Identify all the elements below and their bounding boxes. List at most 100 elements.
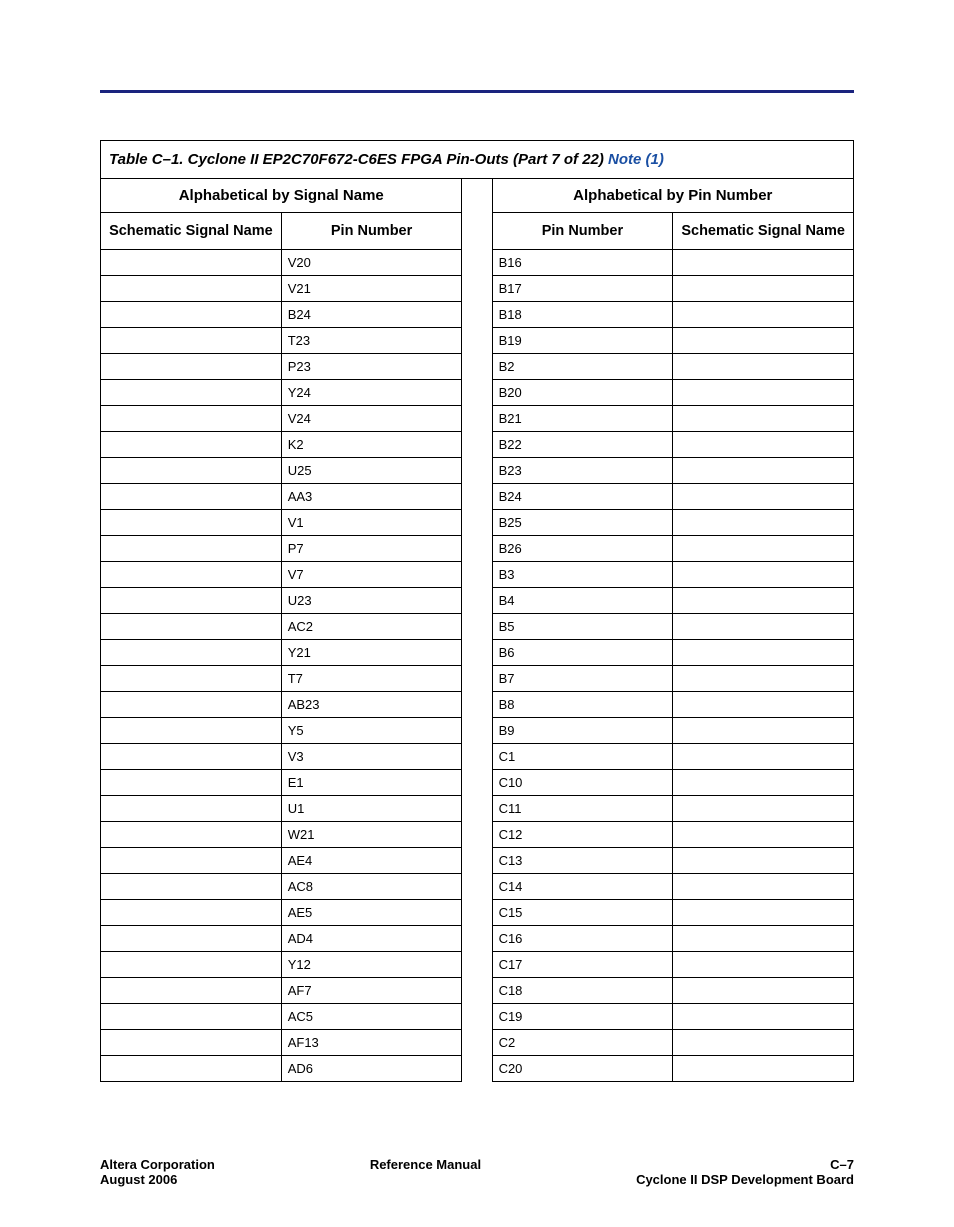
footer-center: Reference Manual	[215, 1157, 636, 1187]
cell-schematic-left	[101, 562, 282, 588]
cell-pin-right: C17	[492, 952, 673, 978]
table-row: V7B3	[101, 562, 854, 588]
cell-schematic-right	[673, 770, 854, 796]
footer-date: August 2006	[100, 1172, 215, 1187]
cell-pin-left: AE5	[281, 900, 462, 926]
cell-pin-left: AD4	[281, 926, 462, 952]
table-row: AC2B5	[101, 614, 854, 640]
table-row: AD4C16	[101, 926, 854, 952]
cell-pin-left: T7	[281, 666, 462, 692]
col-header-r1: Pin Number	[492, 213, 673, 250]
cell-pin-right: B2	[492, 354, 673, 380]
cell-pin-right: C1	[492, 744, 673, 770]
cell-pin-right: C15	[492, 900, 673, 926]
gap-cell	[462, 848, 492, 874]
table-row: U1C11	[101, 796, 854, 822]
cell-pin-right: B7	[492, 666, 673, 692]
cell-pin-left: V1	[281, 510, 462, 536]
table-row: Y12C17	[101, 952, 854, 978]
cell-pin-left: B24	[281, 302, 462, 328]
gap-cell	[462, 770, 492, 796]
table-caption: Table C–1. Cyclone II EP2C70F672-C6ES FP…	[101, 141, 854, 179]
cell-pin-left: AF7	[281, 978, 462, 1004]
cell-pin-right: C12	[492, 822, 673, 848]
cell-pin-left: AA3	[281, 484, 462, 510]
cell-pin-right: B25	[492, 510, 673, 536]
cell-schematic-left	[101, 692, 282, 718]
cell-schematic-left	[101, 796, 282, 822]
cell-schematic-right	[673, 666, 854, 692]
cell-pin-right: B24	[492, 484, 673, 510]
cell-schematic-right	[673, 692, 854, 718]
cell-pin-right: C20	[492, 1056, 673, 1082]
cell-schematic-left	[101, 458, 282, 484]
cell-schematic-right	[673, 848, 854, 874]
cell-schematic-left	[101, 874, 282, 900]
cell-pin-left: AC8	[281, 874, 462, 900]
cell-pin-right: B5	[492, 614, 673, 640]
gap-cell	[462, 666, 492, 692]
cell-schematic-right	[673, 900, 854, 926]
cell-pin-right: C11	[492, 796, 673, 822]
gap-cell	[462, 406, 492, 432]
gap-cell	[462, 432, 492, 458]
footer-page-num: C–7	[636, 1157, 854, 1172]
cell-pin-right: C14	[492, 874, 673, 900]
cell-schematic-right	[673, 380, 854, 406]
cell-pin-left: P23	[281, 354, 462, 380]
gap-cell	[462, 978, 492, 1004]
cell-schematic-right	[673, 432, 854, 458]
group-header-row: Alphabetical by Signal Name Alphabetical…	[101, 179, 854, 213]
cell-pin-left: Y24	[281, 380, 462, 406]
cell-schematic-left	[101, 640, 282, 666]
gap-cell	[462, 328, 492, 354]
cell-schematic-right	[673, 1030, 854, 1056]
cell-pin-left: AF13	[281, 1030, 462, 1056]
cell-schematic-right	[673, 744, 854, 770]
gap-cell	[462, 796, 492, 822]
cell-schematic-right	[673, 484, 854, 510]
column-header-row: Schematic Signal Name Pin Number Pin Num…	[101, 213, 854, 250]
table-row: P23 B2	[101, 354, 854, 380]
cell-schematic-left	[101, 250, 282, 276]
table-row: T7 B7	[101, 666, 854, 692]
footer-board-name: Cyclone II DSP Development Board	[636, 1172, 854, 1187]
footer-left: Altera Corporation August 2006	[100, 1157, 215, 1187]
cell-schematic-left	[101, 770, 282, 796]
table-row: U23B4	[101, 588, 854, 614]
cell-pin-left: AD6	[281, 1056, 462, 1082]
gap-cell	[462, 276, 492, 302]
gap-cell	[462, 640, 492, 666]
gap-cell	[462, 744, 492, 770]
cell-schematic-right	[673, 1056, 854, 1082]
cell-schematic-left	[101, 432, 282, 458]
gap-cell	[462, 614, 492, 640]
table-row: AF13C2	[101, 1030, 854, 1056]
cell-pin-right: B4	[492, 588, 673, 614]
caption-note-link[interactable]: Note (1)	[608, 151, 664, 168]
cell-pin-left: Y21	[281, 640, 462, 666]
cell-pin-right: B22	[492, 432, 673, 458]
table-row: AE5 C15	[101, 900, 854, 926]
cell-schematic-left	[101, 484, 282, 510]
cell-schematic-left	[101, 1004, 282, 1030]
cell-schematic-right	[673, 354, 854, 380]
cell-schematic-right	[673, 588, 854, 614]
table-row: P7B26	[101, 536, 854, 562]
cell-pin-left: AC5	[281, 1004, 462, 1030]
group-header-left: Alphabetical by Signal Name	[101, 179, 462, 213]
cell-schematic-left	[101, 380, 282, 406]
pinout-table: Table C–1. Cyclone II EP2C70F672-C6ES FP…	[100, 140, 854, 1082]
cell-schematic-left	[101, 926, 282, 952]
cell-schematic-right	[673, 276, 854, 302]
table-row: B24B18	[101, 302, 854, 328]
gap-cell	[462, 1004, 492, 1030]
page-footer: Altera Corporation August 2006 Reference…	[100, 1157, 854, 1187]
cell-schematic-right	[673, 796, 854, 822]
cell-pin-right: B17	[492, 276, 673, 302]
cell-schematic-right	[673, 406, 854, 432]
cell-schematic-right	[673, 718, 854, 744]
cell-schematic-right	[673, 328, 854, 354]
cell-schematic-left	[101, 302, 282, 328]
table-row: E1C10	[101, 770, 854, 796]
